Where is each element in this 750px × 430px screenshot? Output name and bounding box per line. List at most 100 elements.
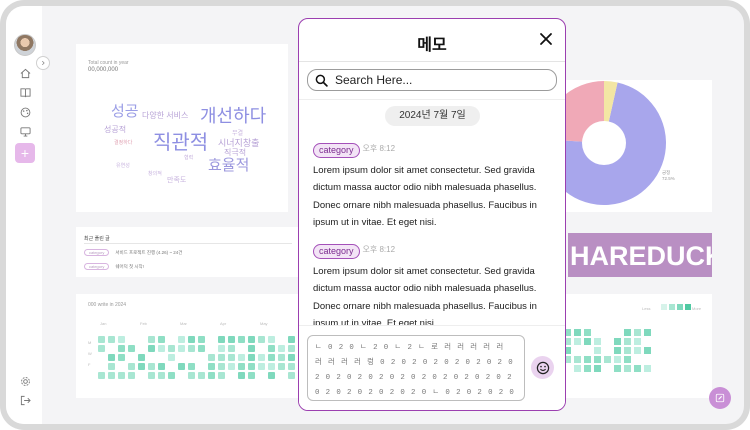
home-icon[interactable] [17,65,33,81]
memo-entry[interactable]: category 오후 8:12 Lorem ipsum dolor sit am… [313,241,553,333]
heatmap-cell [288,345,295,352]
heatmap-cell [584,329,591,336]
pie-label: 긍정 72.5% [662,170,675,182]
heatmap-cell [594,347,601,354]
heatmap-cell [238,363,245,370]
cloud-word: 개선하다 [200,106,267,126]
memo-entry[interactable]: category 오후 8:12 Lorem ipsum dolor sit am… [313,140,553,232]
monitor-icon[interactable] [17,123,33,139]
banner-text: HAREDUCK [570,241,712,271]
heatmap-cell [228,363,235,370]
cloud-word: 결정하다 [114,140,133,146]
heatmap-cell [278,363,285,370]
heatmap-cell [268,336,275,343]
heatmap-cell [634,365,641,372]
heatmap-cell [218,372,225,379]
heatmap-cell [188,336,195,343]
search-input[interactable] [335,72,550,88]
heatmap-cell [288,363,295,370]
heatmap-cell [158,363,165,370]
heatmap-cell [288,354,295,361]
heatmap-cell [594,338,601,345]
memo-search[interactable] [307,69,557,91]
legend-swatch [685,304,691,310]
recent-row[interactable]: category 서비드 프로젝트 진행 (4.26) ~ 24건 [84,249,182,256]
recent-row-tag: category [84,249,110,256]
recent-row[interactable]: category 쉐어덕 첫 시작! [84,263,144,270]
memo-textarea[interactable]: ㄴ 0 2 0 ㄴ 2 0 ㄴ 2 ㄴ 로 러 러 러 러 러 러 러 러 러 … [307,335,525,401]
heatmap-cell [614,356,621,363]
memo-header-divider [299,61,565,62]
heatmap-cell [118,372,125,379]
heatmap-cell [248,345,255,352]
heatmap-cell [258,363,265,370]
sentiment-pie-chart [541,81,666,205]
heatmap-cell [108,354,115,361]
search-divider [299,99,565,100]
heatmap-day-labels: M W F [88,337,92,370]
heatmap-cell [268,363,275,370]
heatmap-cell [634,347,641,354]
category-tag[interactable]: category [313,143,360,158]
logout-icon[interactable] [17,392,33,408]
legend-swatch [669,304,675,310]
date-separator: 2024년 7월 7일 [385,106,480,126]
recent-row-tag: category [84,263,110,270]
cloud-word: 다양한 서비스 [142,111,189,120]
heatmap-cell [268,372,275,379]
heatmap-cell [644,347,651,354]
heatmap-cell [128,345,135,352]
heatmap-cell [228,354,235,361]
wordcloud-corner-value: 00,000,000 [88,67,119,73]
heatmap-cell [148,363,155,370]
edit-fab-button[interactable] [709,387,731,409]
smile-icon[interactable] [531,356,554,379]
heatmap-cell [614,338,621,345]
heatmap-month-label: May [260,321,268,326]
heatmap-cell [238,336,245,343]
heatmap-cell [238,354,245,361]
heatmap-cell [604,356,611,363]
heatmap-cell [614,347,621,354]
heatmap-cell [168,354,175,361]
memo-body: Lorem ipsum dolor sit amet consectetur. … [313,165,537,229]
heatmap-cell [218,336,225,343]
heatmap-cell [594,365,601,372]
memo-body: Lorem ipsum dolor sit amet consectetur. … [313,266,537,330]
heatmap-cell [624,356,631,363]
heatmap-month-label: Feb [140,321,147,326]
memo-time: 오후 8:12 [362,245,396,254]
heatmap-cell [644,365,651,372]
sentiment-pie-card: 긍정 72.5% [541,80,712,212]
book-icon[interactable] [17,84,33,100]
heatmap-cell [614,365,621,372]
heatmap-cell [198,372,205,379]
heatmap-cell [584,356,591,363]
memo-time: 오후 8:12 [362,144,396,153]
heatmap-cell [118,336,125,343]
settings-icon[interactable] [17,373,33,389]
heatmap-cell [258,336,265,343]
palette-icon[interactable] [17,104,33,120]
avatar[interactable] [14,34,36,56]
heatmap-cell [198,345,205,352]
heatmap-cell [248,336,255,343]
close-icon[interactable] [539,32,553,46]
category-tag[interactable]: category [313,244,360,259]
heatmap-cell [634,329,641,336]
wordcloud-card: Total count in year 00,000,000 성공 직관적 개선… [76,44,288,212]
heatmap-cell [138,363,145,370]
heatmap-cell [278,345,285,352]
shareduck-banner: HAREDUCK [568,233,712,277]
heatmap-cell [258,354,265,361]
heatmap-cell [168,372,175,379]
heatmap-cell [208,363,215,370]
heatmap-cell [188,345,195,352]
sidebar-collapse-button[interactable] [36,56,50,70]
heatmap-cell [148,372,155,379]
heatmap-months: Jan Feb Mar Apr May [100,321,300,326]
heatmap-month-label: Mar [180,321,187,326]
heatmap-cell [118,354,125,361]
new-memo-button[interactable]: + [15,143,35,163]
heatmap-cell [98,372,105,379]
